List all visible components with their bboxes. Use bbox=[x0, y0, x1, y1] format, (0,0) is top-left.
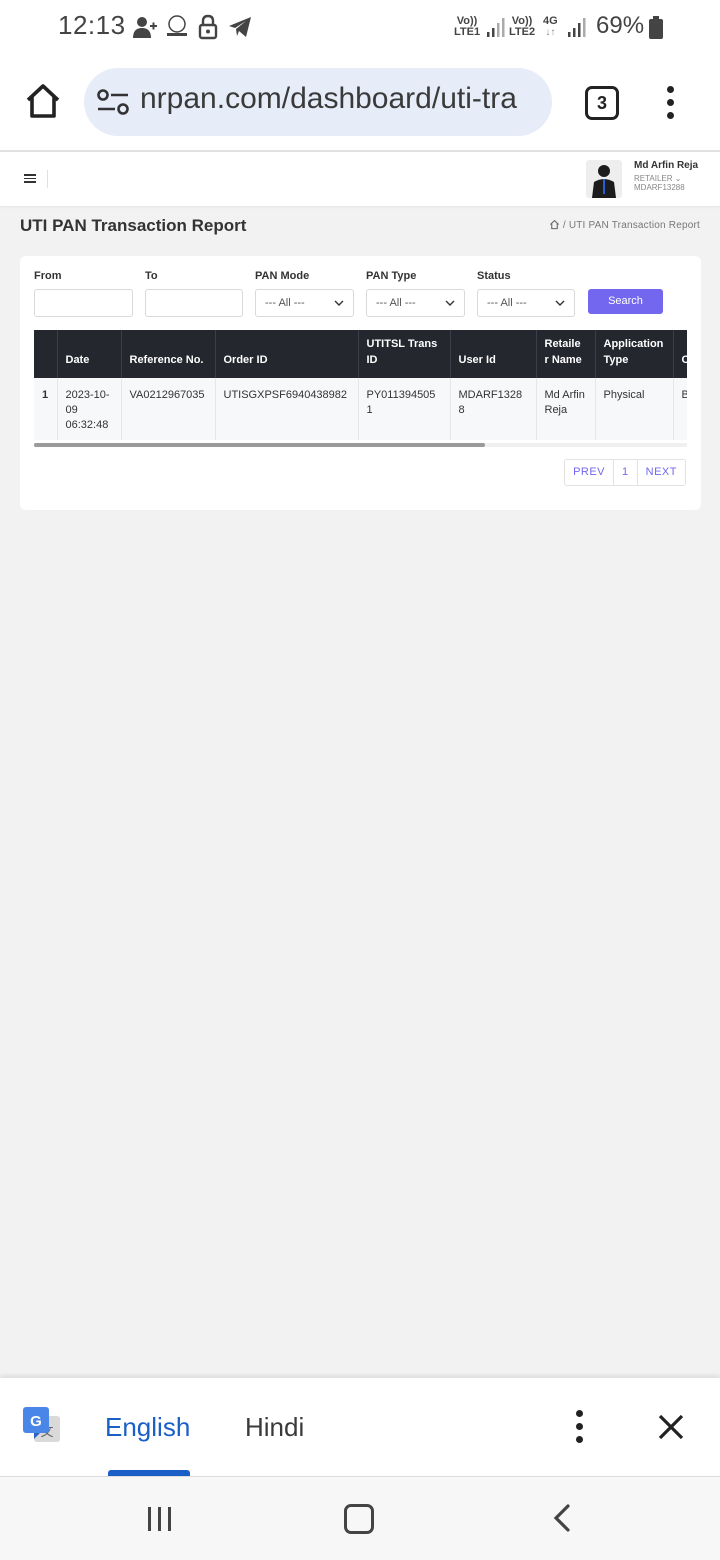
app-logo-icon bbox=[167, 15, 187, 36]
pagination: PREV 1 NEXT bbox=[564, 459, 686, 486]
user-role[interactable]: RETAILER ⌄ bbox=[634, 174, 681, 183]
table-cell: UTISGXPSF6940438982 bbox=[215, 378, 359, 440]
chevron-down-icon bbox=[334, 300, 344, 306]
back-icon[interactable] bbox=[551, 1503, 573, 1533]
column-header: Application Type bbox=[595, 330, 674, 378]
pan-type-select[interactable]: --- All --- bbox=[366, 289, 465, 317]
status-select[interactable]: --- All --- bbox=[477, 289, 575, 317]
chevron-down-icon bbox=[555, 300, 565, 306]
svg-text:G: G bbox=[30, 1413, 42, 1430]
battery-percent: 69% bbox=[596, 12, 645, 39]
browser-menu-icon[interactable] bbox=[664, 86, 678, 120]
lock-icon bbox=[198, 14, 218, 40]
pan-mode-label: PAN Mode bbox=[255, 270, 310, 282]
system-nav-bar bbox=[0, 1477, 720, 1560]
home-icon[interactable] bbox=[24, 82, 62, 120]
breadcrumb-current: UTI PAN Transaction Report bbox=[568, 220, 700, 231]
contact-add-icon bbox=[133, 17, 157, 38]
sim2-indicator: Vo)) LTE2 bbox=[509, 15, 536, 38]
google-translate-icon[interactable]: 文 G bbox=[22, 1406, 62, 1446]
table-cell: Physical bbox=[595, 378, 674, 440]
divider bbox=[47, 170, 48, 188]
site-settings-icon[interactable] bbox=[96, 88, 130, 116]
table-cell: B bbox=[673, 378, 687, 440]
table-cell: PY0113945051 bbox=[358, 378, 451, 440]
pan-type-label: PAN Type bbox=[366, 270, 417, 282]
prev-page-button[interactable]: PREV bbox=[565, 460, 613, 485]
translate-bar: 文 G English Hindi bbox=[0, 1378, 720, 1477]
address-bar[interactable]: nrpan.com/dashboard/uti-tra bbox=[84, 68, 552, 136]
column-header bbox=[34, 330, 58, 378]
tab-switcher-button[interactable]: 3 bbox=[585, 86, 619, 120]
page-number-button[interactable]: 1 bbox=[613, 460, 638, 485]
telegram-icon bbox=[229, 17, 251, 37]
breadcrumb: / UTI PAN Transaction Report bbox=[549, 219, 700, 231]
app-header: Md Arfin Reja RETAILER ⌄ MDARF13288 bbox=[0, 152, 720, 206]
table-cell: Md Arfin Reja bbox=[536, 378, 596, 440]
signal-icon bbox=[487, 18, 505, 37]
from-label: From bbox=[34, 270, 62, 282]
close-icon[interactable] bbox=[656, 1412, 686, 1442]
active-tab-indicator bbox=[108, 1470, 190, 1476]
language-tab-english[interactable]: English bbox=[105, 1412, 190, 1443]
signal-icon bbox=[568, 18, 586, 37]
status-bar: 12:13 Vo)) LTE1 Vo)) LTE2 4G ↓↑ 69% bbox=[0, 0, 720, 56]
more-options-icon[interactable] bbox=[573, 1410, 587, 1444]
from-date-input[interactable] bbox=[34, 289, 133, 317]
column-header: User Id bbox=[450, 330, 537, 378]
next-page-button[interactable]: NEXT bbox=[638, 460, 685, 485]
horizontal-scrollbar[interactable] bbox=[34, 443, 687, 447]
battery-icon bbox=[649, 16, 663, 39]
table-cell: 1 bbox=[34, 378, 58, 440]
menu-toggle-icon[interactable] bbox=[24, 174, 36, 184]
page-title: UTI PAN Transaction Report bbox=[20, 216, 247, 235]
to-date-input[interactable] bbox=[145, 289, 243, 317]
network-type: 4G ↓↑ bbox=[543, 15, 558, 39]
column-header: UTITSL Trans ID bbox=[358, 330, 451, 378]
to-label: To bbox=[145, 270, 158, 282]
transaction-table[interactable]: Date Reference No. Order ID UTITSL Trans… bbox=[34, 330, 687, 448]
home-breadcrumb-icon[interactable] bbox=[549, 219, 560, 230]
nav-home-icon[interactable] bbox=[344, 1504, 374, 1534]
avatar[interactable] bbox=[586, 160, 622, 198]
user-id: MDARF13288 bbox=[634, 183, 685, 192]
column-header: Date bbox=[57, 330, 122, 378]
table-row: 1 2023-10-09 06:32:48 VA0212967035 UTISG… bbox=[34, 378, 687, 440]
status-label: Status bbox=[477, 270, 511, 282]
table-cell: 2023-10-09 06:32:48 bbox=[57, 378, 122, 440]
chevron-down-icon bbox=[445, 300, 455, 306]
pan-mode-select[interactable]: --- All --- bbox=[255, 289, 354, 317]
column-header: Retaile r Name bbox=[536, 330, 596, 378]
table-cell: MDARF13288 bbox=[450, 378, 537, 440]
column-header: Reference No. bbox=[121, 330, 216, 378]
table-cell: VA0212967035 bbox=[121, 378, 216, 440]
status-time: 12:13 bbox=[58, 10, 126, 40]
sim1-indicator: Vo)) LTE1 bbox=[454, 15, 481, 38]
scrollbar-thumb[interactable] bbox=[34, 443, 485, 447]
language-tab-hindi[interactable]: Hindi bbox=[245, 1412, 304, 1443]
url-text: nrpan.com/dashboard/uti-tra bbox=[140, 82, 517, 115]
browser-toolbar: nrpan.com/dashboard/uti-tra 3 bbox=[0, 56, 720, 152]
column-header: Order ID bbox=[215, 330, 359, 378]
user-name[interactable]: Md Arfin Reja bbox=[634, 160, 698, 171]
report-card: From To PAN Mode --- All --- PAN Type --… bbox=[20, 256, 701, 510]
column-header: C bbox=[673, 330, 687, 378]
search-button[interactable]: Search bbox=[588, 289, 663, 314]
table-header-row: Date Reference No. Order ID UTITSL Trans… bbox=[34, 330, 687, 378]
recent-apps-icon[interactable] bbox=[146, 1505, 174, 1533]
